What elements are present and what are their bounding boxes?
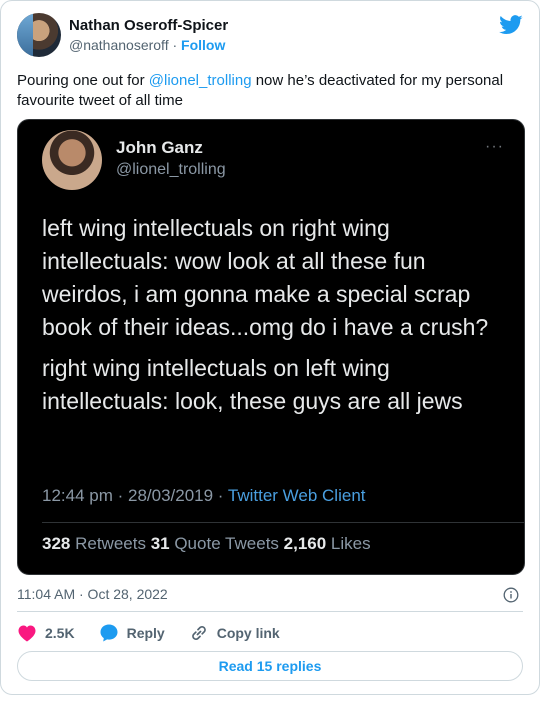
handle-separator: · bbox=[172, 37, 178, 53]
reply-bubble-icon bbox=[100, 624, 118, 642]
quoted-tweet-body: left wing intellectuals on right wing in… bbox=[42, 212, 512, 418]
embedded-tweet-image[interactable]: John Ganz @lionel_trolling ··· left wing… bbox=[17, 119, 525, 575]
copy-link-button[interactable]: Copy link bbox=[189, 623, 280, 643]
likes-label: Likes bbox=[326, 534, 371, 553]
quoted-client: Twitter Web Client bbox=[227, 486, 366, 505]
quoted-paragraph-2: right wing intellectuals on left wing in… bbox=[42, 355, 463, 414]
likes-count: 2,160 bbox=[283, 534, 327, 553]
actions-divider bbox=[17, 611, 523, 612]
author-handle-row: @nathanoseroff · Follow bbox=[69, 37, 225, 53]
author-handle[interactable]: @nathanoseroff bbox=[69, 37, 169, 53]
tweet-text: Pouring one out for @lionel_trolling now… bbox=[17, 71, 525, 111]
tweet-timestamp[interactable]: 11:04 AM · Oct 28, 2022 bbox=[17, 586, 168, 602]
mention-link[interactable]: @lionel_trolling bbox=[149, 72, 252, 89]
quoted-divider bbox=[42, 522, 524, 523]
author-name[interactable]: Nathan Oseroff-Spicer bbox=[69, 17, 228, 34]
quoted-author-handle: @lionel_trolling bbox=[116, 161, 226, 178]
like-count: 2.5K bbox=[45, 625, 75, 641]
link-icon bbox=[191, 625, 206, 641]
reply-label: Reply bbox=[126, 625, 165, 641]
quoted-time: 12:44 pm · 28/03/2019 · bbox=[42, 486, 228, 505]
info-icon[interactable] bbox=[503, 587, 519, 603]
more-options-icon: ··· bbox=[485, 138, 504, 155]
reply-button[interactable]: Reply bbox=[99, 623, 165, 643]
follow-link[interactable]: Follow bbox=[181, 37, 225, 53]
tweet-card: Nathan Oseroff-Spicer @nathanoseroff · F… bbox=[0, 0, 540, 695]
action-bar: 2.5K Reply Copy link bbox=[17, 621, 304, 645]
retweets-label: Retweets bbox=[70, 534, 151, 553]
like-button[interactable]: 2.5K bbox=[17, 624, 75, 642]
tweet-text-start: Pouring one out for bbox=[17, 72, 149, 89]
quoted-stats: 328 Retweets 31 Quote Tweets 2,160 Likes bbox=[42, 534, 371, 554]
quoted-author-name: John Ganz bbox=[116, 138, 203, 157]
quote-tweets-label: Quote Tweets bbox=[169, 534, 284, 553]
copy-link-label: Copy link bbox=[216, 625, 280, 641]
author-avatar[interactable] bbox=[17, 13, 61, 57]
quoted-paragraph-1: left wing intellectuals on right wing in… bbox=[42, 215, 489, 340]
quoted-meta: 12:44 pm · 28/03/2019 · Twitter Web Clie… bbox=[42, 486, 366, 506]
quote-tweets-count: 31 bbox=[150, 534, 170, 553]
quoted-author-avatar bbox=[42, 130, 102, 190]
retweets-count: 328 bbox=[42, 534, 71, 553]
read-replies-button[interactable]: Read 15 replies bbox=[17, 651, 523, 681]
twitter-bird-icon[interactable] bbox=[499, 15, 523, 35]
heart-icon bbox=[18, 625, 36, 642]
